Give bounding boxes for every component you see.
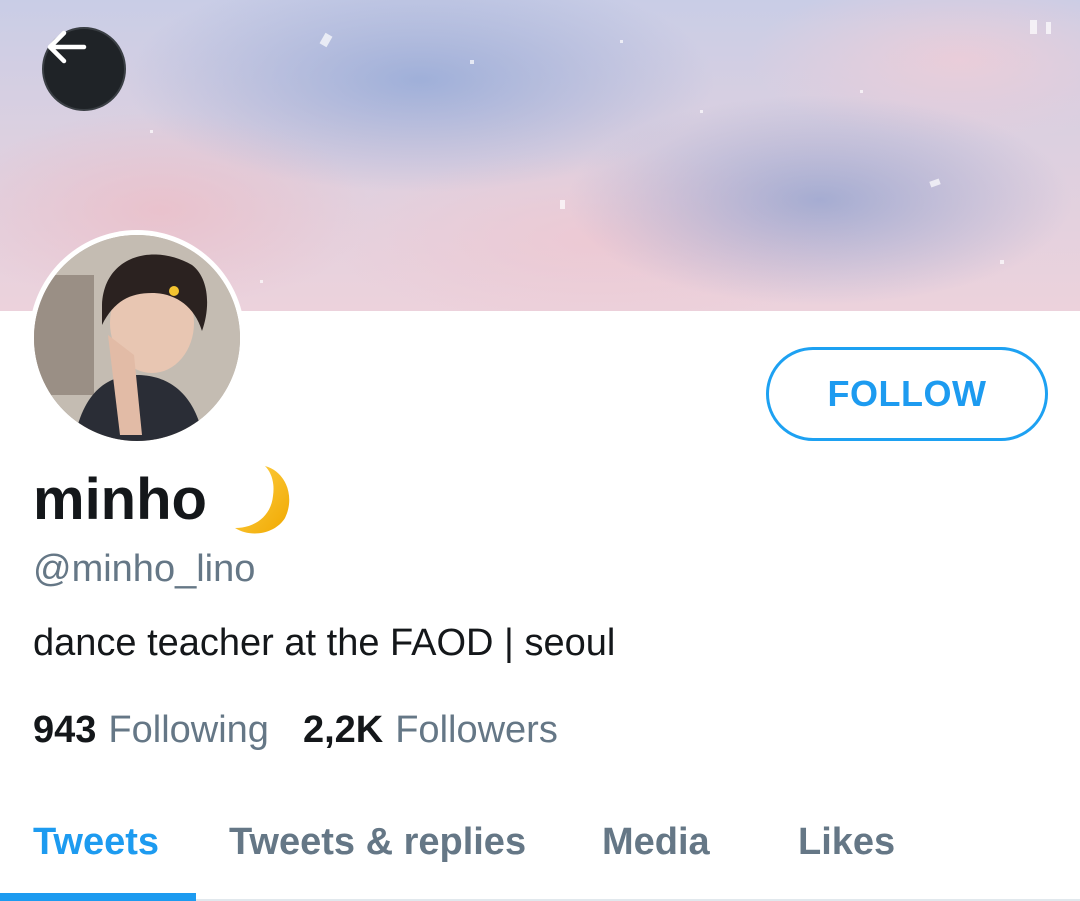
following-stat[interactable]: 943 Following <box>33 705 269 755</box>
crescent-moon-icon <box>229 462 295 538</box>
follow-button[interactable]: FOLLOW <box>766 347 1048 441</box>
arrow-left-icon <box>47 30 87 64</box>
profile-stats: 943 Following 2,2K Followers <box>33 705 558 755</box>
profile-tabs: Tweets Tweets & replies Media Likes <box>0 800 1080 901</box>
profile-bio: dance teacher at the FAOD | seoul <box>33 622 616 664</box>
followers-label: Followers <box>395 709 558 751</box>
avatar-image <box>34 235 240 441</box>
tab-tweets-and-replies[interactable]: Tweets & replies <box>229 818 526 866</box>
profile-page: FOLLOW minho @minho_lino dance teacher a… <box>0 0 1080 901</box>
tab-media[interactable]: Media <box>602 818 710 866</box>
following-count: 943 <box>33 709 97 751</box>
tab-likes[interactable]: Likes <box>798 818 895 866</box>
profile-handle: @minho_lino <box>33 548 256 590</box>
active-tab-indicator <box>0 893 196 901</box>
following-label: Following <box>108 709 269 751</box>
followers-stat[interactable]: 2,2K Followers <box>303 705 558 755</box>
followers-count: 2,2K <box>302 709 384 751</box>
back-button[interactable] <box>42 27 126 111</box>
display-name: minho <box>33 467 207 532</box>
name-row: minho <box>33 462 295 538</box>
avatar[interactable] <box>29 230 245 446</box>
tab-tweets[interactable]: Tweets <box>33 818 159 866</box>
